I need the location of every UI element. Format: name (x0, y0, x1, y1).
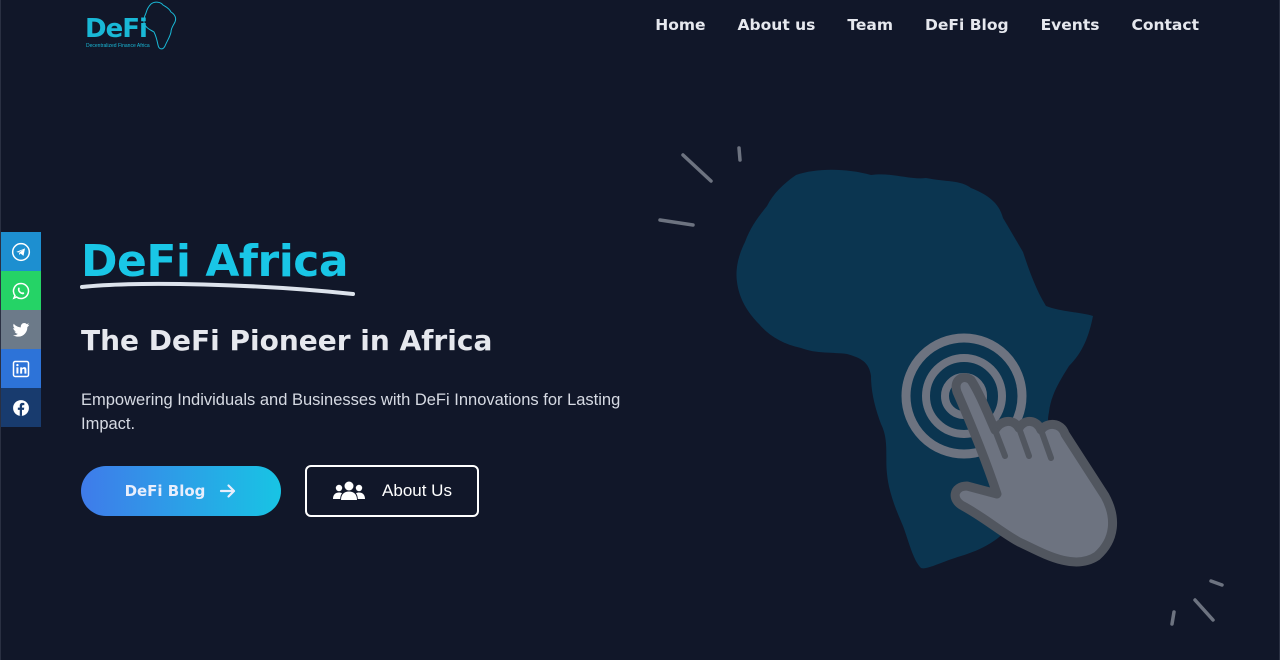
title-underline (80, 281, 355, 296)
logo-tagline: Decentralized Finance Africa (86, 43, 150, 49)
about-us-button[interactable]: About Us (305, 465, 479, 517)
main-nav: Home About us Team DeFi Blog Events Cont… (655, 16, 1199, 34)
linkedin-icon (12, 360, 30, 377)
nav-contact[interactable]: Contact (1131, 16, 1199, 34)
nav-home[interactable]: Home (655, 16, 705, 34)
telegram-icon (11, 242, 31, 261)
hero-description: Empowering Individuals and Businesses wi… (81, 391, 621, 433)
logo-wordmark: DeFi (85, 14, 148, 44)
nav-team[interactable]: Team (847, 16, 893, 34)
site-logo[interactable]: DeFi Decentralized Finance Africa (83, 1, 183, 54)
arrow-right-icon (220, 484, 236, 498)
hero-subtitle: The DeFi Pioneer in Africa (81, 324, 493, 357)
africa-tap-illustration (658, 146, 1224, 626)
facebook-share-button[interactable] (1, 388, 41, 427)
twitter-icon (13, 322, 30, 337)
nav-about-us[interactable]: About us (738, 16, 816, 34)
defi-blog-button-label: DeFi Blog (124, 482, 206, 500)
telegram-share-button[interactable] (1, 232, 41, 271)
social-share-bar (1, 232, 41, 427)
about-us-button-label: About Us (382, 481, 452, 500)
whatsapp-share-button[interactable] (1, 271, 41, 310)
nav-events[interactable]: Events (1041, 16, 1100, 34)
facebook-icon (13, 399, 29, 416)
nav-defi-blog[interactable]: DeFi Blog (925, 16, 1009, 34)
whatsapp-icon (12, 282, 30, 299)
defi-blog-button[interactable]: DeFi Blog (81, 466, 281, 516)
twitter-share-button[interactable] (1, 310, 41, 349)
users-icon (333, 481, 366, 500)
page: DeFi Decentralized Finance Africa Home A… (0, 0, 1280, 660)
linkedin-share-button[interactable] (1, 349, 41, 388)
